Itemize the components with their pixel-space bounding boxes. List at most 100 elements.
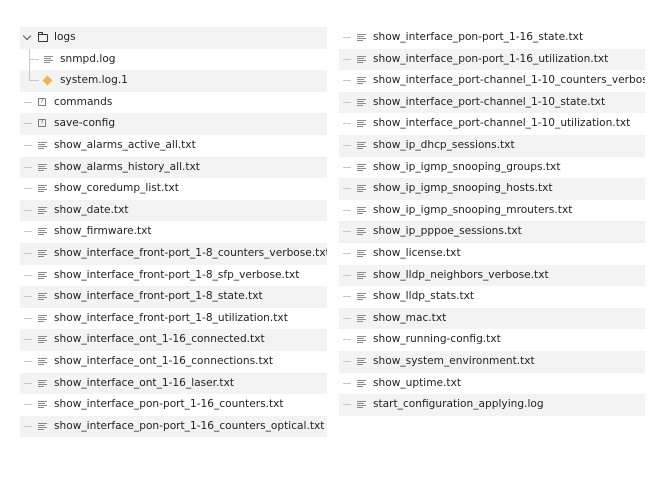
tree-row-file[interactable]: show_interface_pon-port_1-16_counters_op… xyxy=(20,415,327,438)
tree-guide-line xyxy=(24,188,32,190)
tree-guide-line xyxy=(343,166,351,168)
file-label: start_configuration_applying.log xyxy=(373,398,544,411)
tree-row-file[interactable]: show_interface_front-port_1-8_sfp_verbos… xyxy=(20,265,327,287)
tree-row-file[interactable]: show_interface_ont_1-16_laser.txt xyxy=(20,372,327,395)
tree-row-file[interactable]: show_mac.txt xyxy=(339,307,645,330)
tree-row-file[interactable]: show_ip_igmp_snooping_mrouters.txt xyxy=(339,200,645,222)
script-file-icon: ? xyxy=(38,97,46,106)
tree-row-file[interactable]: show_running-config.txt xyxy=(339,329,645,351)
file-lines-icon xyxy=(357,314,366,323)
file-label: show_interface_front-port_1-8_state.txt xyxy=(54,290,263,303)
file-lines-icon xyxy=(38,271,47,280)
tree-row-file[interactable]: show_firmware.txt xyxy=(20,221,327,243)
tree-guide-line xyxy=(24,339,32,341)
tree-guide-line xyxy=(343,209,351,211)
file-lines-icon xyxy=(357,120,366,129)
file-lines-icon xyxy=(357,271,366,280)
tree-guide-line xyxy=(343,274,351,276)
tree-row-file[interactable]: show_license.txt xyxy=(339,243,645,265)
tree-guide-line xyxy=(24,123,32,125)
tree-guide-line xyxy=(29,80,39,82)
tree-row-file[interactable]: show_interface_front-port_1-8_state.txt xyxy=(20,286,327,308)
tree-row-file[interactable]: show_ip_igmp_snooping_groups.txt xyxy=(339,157,645,179)
file-label: show_lldp_neighbors_verbose.txt xyxy=(373,268,549,281)
file-label: show_interface_ont_1-16_connections.txt xyxy=(54,354,274,367)
folder-row-logs[interactable]: logs xyxy=(20,27,327,49)
file-label: show_system_environment.txt xyxy=(373,354,535,367)
file-label: show_uptime.txt xyxy=(373,376,461,389)
tree-row-child[interactable]: system.log.1 xyxy=(20,70,327,92)
file-label: show_interface_ont_1-16_connected.txt xyxy=(54,333,265,346)
tree-guide-line xyxy=(343,339,351,341)
file-lines-icon xyxy=(38,336,47,345)
diamond-file-icon xyxy=(42,75,53,86)
tree-guide-line xyxy=(24,382,32,384)
tree-row-file[interactable]: show_interface_ont_1-16_connected.txt xyxy=(20,329,327,351)
tree-row-file[interactable]: show_lldp_stats.txt xyxy=(339,286,645,308)
tree-guide-line xyxy=(24,231,32,233)
file-label: show_ip_pppoe_sessions.txt xyxy=(373,225,522,238)
tree-guide-line xyxy=(343,123,351,125)
file-lines-icon xyxy=(38,422,47,431)
tree-row-file[interactable]: show_interface_pon-port_1-16_state.txt xyxy=(339,27,645,49)
file-lines-icon xyxy=(357,336,366,345)
file-lines-icon xyxy=(38,249,47,258)
tree-guide-line xyxy=(343,80,351,82)
tree-row-file[interactable]: ? commands xyxy=(20,92,327,114)
tree-guide-line xyxy=(24,425,32,427)
script-file-icon: ? xyxy=(38,119,46,128)
file-lines-icon xyxy=(357,34,366,42)
tree-row-file[interactable]: show_date.txt xyxy=(20,199,327,222)
tree-guide-line xyxy=(343,252,351,254)
tree-row-file[interactable]: show_uptime.txt xyxy=(339,373,645,395)
tree-row-file[interactable]: show_interface_front-port_1-8_counters_v… xyxy=(20,242,327,265)
tree-guide-line xyxy=(24,404,32,406)
file-lines-icon xyxy=(357,185,366,194)
file-label: show_interface_port-channel_1-10_counter… xyxy=(373,74,645,87)
tree-row-file[interactable]: show_alarms_history_all.txt xyxy=(20,156,327,179)
tree-guide-line xyxy=(343,231,351,233)
file-lines-icon xyxy=(357,379,366,388)
file-label: show_interface_front-port_1-8_utilizatio… xyxy=(54,311,288,324)
tree-row-file[interactable]: show_interface_port-channel_1-10_utiliza… xyxy=(339,113,645,135)
tree-guide-line xyxy=(343,404,351,406)
tree-row-file[interactable]: show_alarms_active_all.txt xyxy=(20,135,327,157)
tree-row-file[interactable]: show_interface_pon-port_1-16_utilization… xyxy=(339,48,645,71)
tree-guide-line xyxy=(343,188,351,190)
file-lines-icon xyxy=(44,55,53,64)
file-lines-icon xyxy=(357,249,366,258)
tree-row-file[interactable]: show_interface_port-channel_1-10_state.t… xyxy=(339,91,645,114)
tree-row-file[interactable]: show_interface_port-channel_1-10_counter… xyxy=(339,70,645,92)
tree-guide-line xyxy=(24,317,32,319)
tree-row-file[interactable]: show_coredump_list.txt xyxy=(20,178,327,200)
folder-label: logs xyxy=(54,31,76,43)
folder-icon xyxy=(38,32,48,42)
tree-row-file[interactable]: start_configuration_applying.log xyxy=(339,394,645,416)
tree-row-child[interactable]: snmpd.log xyxy=(20,48,327,71)
file-label: save-config xyxy=(54,117,116,130)
tree-guide-line xyxy=(343,382,351,384)
file-label: show_ip_igmp_snooping_groups.txt xyxy=(373,160,561,173)
tree-row-file[interactable]: ? save-config xyxy=(20,113,327,135)
file-label: show_ip_igmp_snooping_hosts.txt xyxy=(373,182,553,195)
tree-row-file[interactable]: show_interface_pon-port_1-16_counters.tx… xyxy=(20,394,327,416)
file-lines-icon xyxy=(38,314,47,323)
file-lines-icon xyxy=(38,141,47,150)
tree-row-file[interactable]: show_ip_igmp_snooping_hosts.txt xyxy=(339,178,645,200)
chevron-down-icon[interactable] xyxy=(22,31,32,41)
tree-row-file[interactable]: show_interface_front-port_1-8_utilizatio… xyxy=(20,308,327,330)
tree-row-file[interactable]: show_ip_dhcp_sessions.txt xyxy=(339,134,645,157)
tree-row-file[interactable]: show_interface_ont_1-16_connections.txt xyxy=(20,351,327,373)
tree-row-file[interactable]: show_system_environment.txt xyxy=(339,350,645,373)
tree-row-file[interactable]: show_ip_pppoe_sessions.txt xyxy=(339,221,645,243)
file-lines-icon xyxy=(357,401,366,410)
file-lines-icon xyxy=(38,379,47,388)
tree-row-file[interactable]: show_lldp_neighbors_verbose.txt xyxy=(339,264,645,287)
tree-guide-line xyxy=(343,317,351,319)
file-label: show_interface_port-channel_1-10_state.t… xyxy=(373,95,606,108)
file-tree-left-column: logs snmpd.log system.log.1 ? commands? sa… xyxy=(20,27,327,438)
file-label: show_interface_pon-port_1-16_counters.tx… xyxy=(54,398,284,411)
file-label: show_firmware.txt xyxy=(54,225,152,238)
file-lines-icon xyxy=(357,228,366,237)
file-tree-right-column: show_interface_pon-port_1-16_state.txt sh… xyxy=(339,27,645,416)
